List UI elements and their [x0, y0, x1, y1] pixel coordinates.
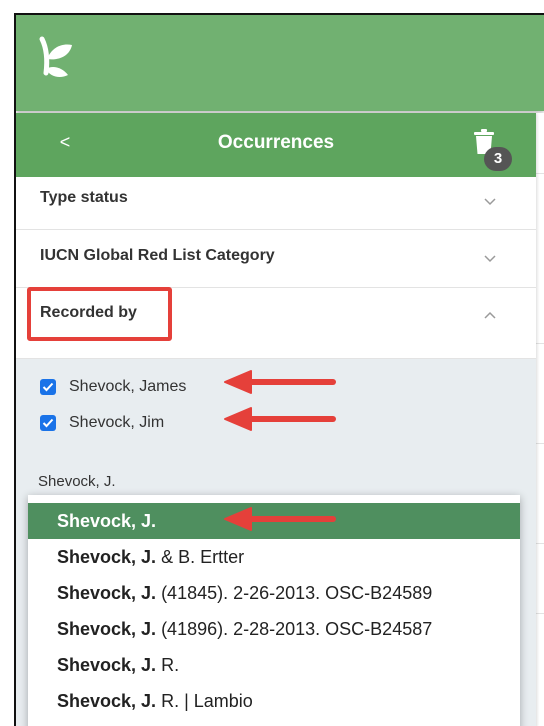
filter-label: Type status	[40, 189, 128, 206]
panel-title: Occurrences	[217, 132, 335, 153]
suggestion-match: Shevock, J.	[57, 619, 157, 639]
chevron-down-icon	[484, 198, 496, 206]
annotation-arrow-icon	[224, 507, 336, 531]
suggestion-rest: R.	[156, 655, 180, 675]
filter-iucn-red-list[interactable]: IUCN Global Red List Category	[16, 230, 536, 288]
annotation-arrow-icon	[224, 407, 336, 431]
occurrences-filter-panel: < Occurrences 3 Type status IUCN Global …	[16, 113, 536, 726]
app-window: < Occurrences 3 Type status IUCN Global …	[14, 13, 544, 726]
checkmark-icon	[42, 418, 54, 428]
suggestion-rest: R. | Lambio	[156, 691, 253, 711]
suggestion-match: Shevock, J.	[57, 547, 157, 567]
annotation-arrow-icon	[224, 370, 336, 394]
selected-value-label: Shevock, Jim	[69, 414, 165, 431]
suggestion-match: Shevock, J.	[57, 655, 157, 675]
checkmark-icon	[42, 382, 54, 392]
leaf-logo-icon[interactable]	[36, 33, 76, 81]
suggestion-match: Shevock, J.	[57, 691, 157, 711]
suggestion-rest: & B. Ertter	[156, 547, 245, 567]
filter-type-status[interactable]: Type status	[16, 177, 536, 230]
chevron-down-icon	[484, 255, 496, 263]
suggestion-rest: (41896). 2-28-2013. OSC-B24587	[156, 619, 433, 639]
suggestion-item[interactable]: Shevock, J. & B. Ertter	[28, 539, 520, 575]
chevron-up-icon	[484, 311, 496, 319]
selected-value-row[interactable]: Shevock, James	[40, 375, 186, 399]
panel-header: < Occurrences 3	[16, 113, 536, 177]
app-header	[16, 15, 544, 111]
suggestion-match: Shevock, J.	[57, 583, 157, 603]
suggestion-item[interactable]: Shevock, J. R. | Lambio	[28, 683, 520, 719]
filter-count-badge: 3	[484, 147, 512, 171]
background-map-edge	[536, 113, 544, 726]
suggestion-item[interactable]: Shevock, J. R.	[28, 647, 520, 683]
clear-filters-button[interactable]: 3	[471, 129, 512, 173]
checkbox-checked[interactable]	[40, 379, 56, 395]
suggestion-rest: (41845). 2-26-2013. OSC-B24589	[156, 583, 433, 603]
recorded-by-search-input[interactable]	[36, 467, 510, 495]
checkbox-checked[interactable]	[40, 415, 56, 431]
suggestion-item[interactable]: Shevock, J. (41845). 2-26-2013. OSC-B245…	[28, 575, 520, 611]
filter-label: IUCN Global Red List Category	[40, 247, 275, 264]
suggestion-item[interactable]: Shevock, J. (41896). 2-28-2013. OSC-B245…	[28, 611, 520, 647]
selected-value-label: Shevock, James	[69, 378, 187, 395]
suggestion-match: Shevock, J.	[57, 511, 157, 531]
annotation-highlight-box	[27, 287, 172, 341]
selected-value-row[interactable]: Shevock, Jim	[40, 411, 164, 435]
